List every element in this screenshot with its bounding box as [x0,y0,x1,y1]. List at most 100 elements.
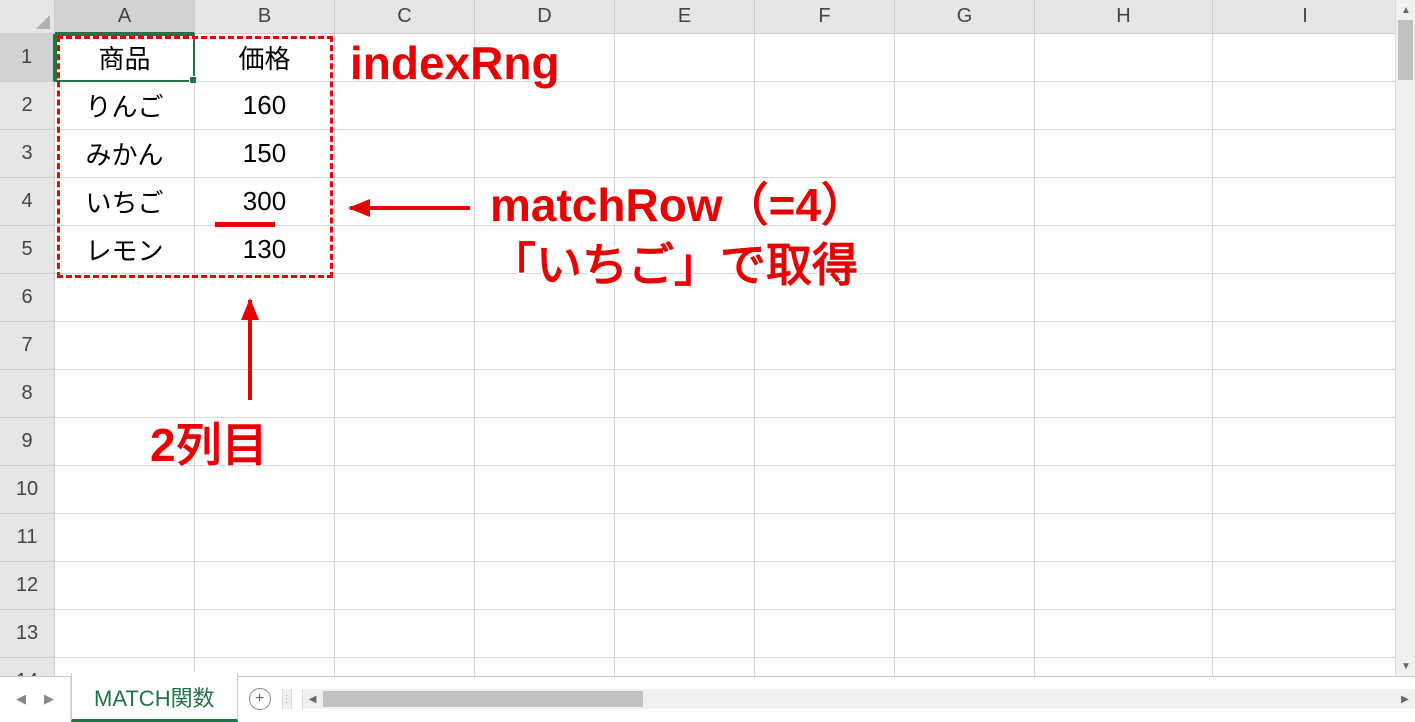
cell-E12[interactable] [615,562,755,610]
row-header-11[interactable]: 11 [0,514,55,562]
cell-H4[interactable] [1035,178,1213,226]
cell-B6[interactable] [195,274,335,322]
cell-H8[interactable] [1035,370,1213,418]
cell-H9[interactable] [1035,418,1213,466]
cell-E4[interactable] [615,178,755,226]
cell-H11[interactable] [1035,514,1213,562]
cell-E7[interactable] [615,322,755,370]
tab-prev-button[interactable]: ◀ [10,688,32,710]
cell-B13[interactable] [195,610,335,658]
cell-D11[interactable] [475,514,615,562]
cell-B4[interactable]: 300 [195,178,335,226]
cell-H10[interactable] [1035,466,1213,514]
cell-I8[interactable] [1213,370,1395,418]
cell-H5[interactable] [1035,226,1213,274]
new-sheet-button[interactable]: + [238,677,282,721]
cell-E5[interactable] [615,226,755,274]
cell-A13[interactable] [55,610,195,658]
sheet-tab-active[interactable]: MATCH関数 [71,673,238,722]
cell-F5[interactable] [755,226,895,274]
cell-B7[interactable] [195,322,335,370]
cell-G9[interactable] [895,418,1035,466]
cell-G7[interactable] [895,322,1035,370]
cell-F10[interactable] [755,466,895,514]
cell-A12[interactable] [55,562,195,610]
col-header-C[interactable]: C [335,0,475,34]
cell-F4[interactable] [755,178,895,226]
cell-C1[interactable] [335,34,475,82]
col-header-F[interactable]: F [755,0,895,34]
cell-D12[interactable] [475,562,615,610]
cell-F13[interactable] [755,610,895,658]
cell-G13[interactable] [895,610,1035,658]
cell-I2[interactable] [1213,82,1395,130]
hscroll-track[interactable] [323,689,1395,709]
cell-I13[interactable] [1213,610,1395,658]
cell-I3[interactable] [1213,130,1395,178]
scroll-left-button[interactable]: ◀ [303,689,323,709]
cell-I9[interactable] [1213,418,1395,466]
cell-E3[interactable] [615,130,755,178]
cell-E6[interactable] [615,274,755,322]
row-header-13[interactable]: 13 [0,610,55,658]
cell-D4[interactable] [475,178,615,226]
cell-D9[interactable] [475,418,615,466]
row-header-10[interactable]: 10 [0,466,55,514]
cell-F9[interactable] [755,418,895,466]
cell-C4[interactable] [335,178,475,226]
cell-B5[interactable]: 130 [195,226,335,274]
cell-B11[interactable] [195,514,335,562]
cell-B10[interactable] [195,466,335,514]
cell-F8[interactable] [755,370,895,418]
horizontal-scrollbar[interactable]: ◀ ▶ [302,689,1415,709]
col-header-E[interactable]: E [615,0,755,34]
cell-E1[interactable] [615,34,755,82]
row-header-6[interactable]: 6 [0,274,55,322]
col-header-G[interactable]: G [895,0,1035,34]
cell-A7[interactable] [55,322,195,370]
cell-G5[interactable] [895,226,1035,274]
cell-A6[interactable] [55,274,195,322]
row-header-4[interactable]: 4 [0,178,55,226]
cell-A8[interactable] [55,370,195,418]
cell-H1[interactable] [1035,34,1213,82]
cell-I11[interactable] [1213,514,1395,562]
row-header-2[interactable]: 2 [0,82,55,130]
cell-C2[interactable] [335,82,475,130]
row-header-14[interactable]: 14 [0,658,55,676]
select-all-corner[interactable] [0,0,55,34]
row-header-8[interactable]: 8 [0,370,55,418]
cell-I5[interactable] [1213,226,1395,274]
col-header-H[interactable]: H [1035,0,1213,34]
cell-D8[interactable] [475,370,615,418]
row-header-12[interactable]: 12 [0,562,55,610]
cell-I6[interactable] [1213,274,1395,322]
scroll-up-button[interactable]: ▲ [1396,0,1415,20]
cell-F3[interactable] [755,130,895,178]
cell-C10[interactable] [335,466,475,514]
cell-A11[interactable] [55,514,195,562]
cell-F2[interactable] [755,82,895,130]
vscroll-thumb[interactable] [1398,20,1413,80]
cell-F7[interactable] [755,322,895,370]
cell-D7[interactable] [475,322,615,370]
cell-C8[interactable] [335,370,475,418]
cell-B2[interactable]: 160 [195,82,335,130]
cell-G6[interactable] [895,274,1035,322]
cell-C14[interactable] [335,658,475,676]
cell-G1[interactable] [895,34,1035,82]
cell-G2[interactable] [895,82,1035,130]
cell-G3[interactable] [895,130,1035,178]
scroll-down-button[interactable]: ▼ [1396,656,1415,676]
cell-H6[interactable] [1035,274,1213,322]
cell-F1[interactable] [755,34,895,82]
row-header-1[interactable]: 1 [0,34,55,82]
row-header-9[interactable]: 9 [0,418,55,466]
cell-C13[interactable] [335,610,475,658]
cell-A10[interactable] [55,466,195,514]
cell-F11[interactable] [755,514,895,562]
cell-G12[interactable] [895,562,1035,610]
cell-B12[interactable] [195,562,335,610]
vertical-scrollbar[interactable]: ▲ ▼ [1395,0,1415,676]
cell-E11[interactable] [615,514,755,562]
